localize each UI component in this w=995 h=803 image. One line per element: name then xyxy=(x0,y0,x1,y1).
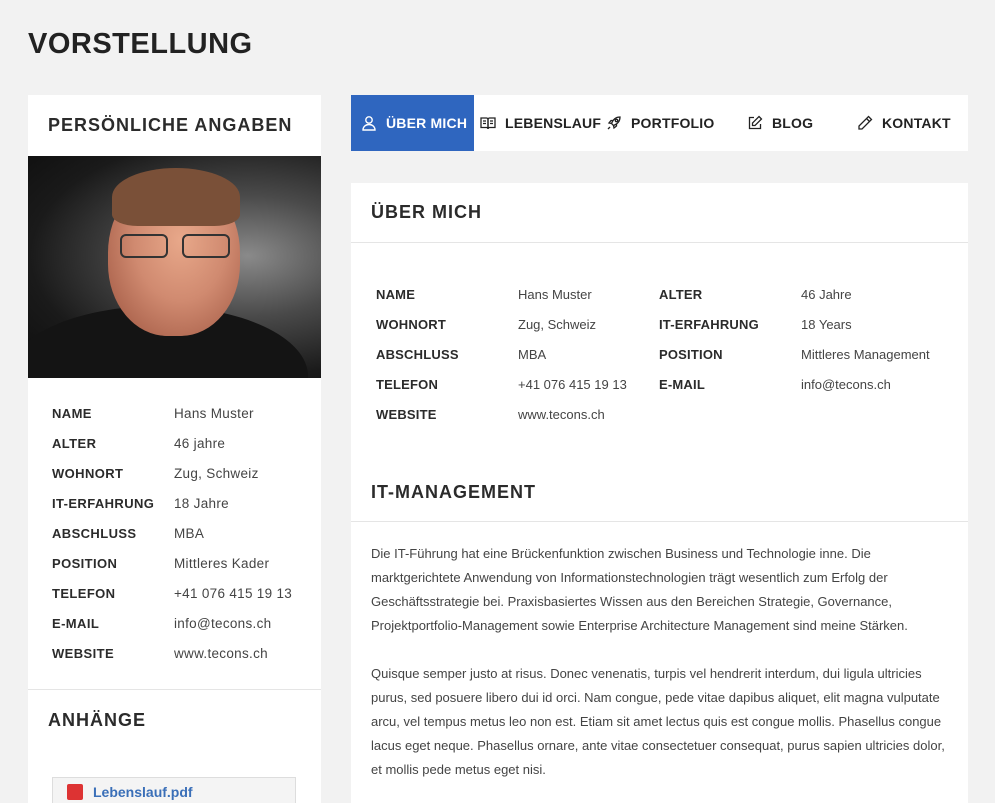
info-label: POSITION xyxy=(52,555,118,571)
info-label: WEBSITE xyxy=(52,645,115,661)
it-management-paragraph: Die IT-Führung hat eine Brückenfunktion … xyxy=(371,546,908,633)
info-label: ALTER xyxy=(52,435,97,451)
info-value: Zug, Schweiz xyxy=(174,465,259,481)
about-label: ALTER xyxy=(659,286,703,302)
nav-item-kontakt[interactable]: KONTAKT xyxy=(857,95,968,151)
nav-item-lebenslauf[interactable]: LEBENSLAUF xyxy=(474,95,604,151)
about-label: POSITION xyxy=(659,346,723,362)
about-row: NAME Hans Muster xyxy=(376,279,659,309)
main-nav: ÜBER MICH LEBENSLAUF PORTFOLIO BLOG KONT… xyxy=(351,95,968,151)
nav-item-blog[interactable]: BLOG xyxy=(747,95,857,151)
info-value: Mittleres Kader xyxy=(174,555,270,571)
about-value: Mittleres Management xyxy=(801,346,930,362)
about-value: Zug, Schweiz xyxy=(518,316,597,332)
pencil-icon xyxy=(858,115,873,130)
profile-photo xyxy=(28,156,321,378)
nav-label: ÜBER MICH xyxy=(386,115,468,131)
nav-label: PORTFOLIO xyxy=(631,115,715,131)
about-row: POSITION Mittleres Management xyxy=(659,339,942,369)
about-value: MBA xyxy=(518,346,547,362)
about-label: ABSCHLUSS xyxy=(376,346,459,362)
attachments-heading: ANHÄNGE xyxy=(48,710,147,730)
info-row-experience: IT-ERFAHRUNG 18 Jahre xyxy=(52,488,321,518)
info-value: Hans Muster xyxy=(174,405,254,421)
about-label: IT-ERFAHRUNG xyxy=(659,316,759,332)
nav-item-ueber-mich[interactable]: ÜBER MICH xyxy=(351,95,474,151)
pdf-icon xyxy=(67,784,83,800)
about-card: ÜBER MICH NAME Hans Muster WOHNORT Zug, … xyxy=(351,183,968,803)
info-value: 46 jahre xyxy=(174,435,226,451)
about-label: NAME xyxy=(376,286,416,302)
info-label: NAME xyxy=(52,405,92,421)
about-column-right: ALTER 46 Jahre IT-ERFAHRUNG 18 Years POS… xyxy=(659,279,942,429)
about-details: NAME Hans Muster WOHNORT Zug, Schweiz AB… xyxy=(351,243,968,429)
info-row-website: WEBSITE www.tecons.ch xyxy=(52,638,321,668)
info-row-degree: ABSCHLUSS MBA xyxy=(52,518,321,548)
personal-info-list: NAME Hans Muster ALTER 46 jahre WOHNORT … xyxy=(28,378,321,668)
about-label: TELEFON xyxy=(376,376,439,392)
about-label: WOHNORT xyxy=(376,316,446,332)
about-row: TELEFON +41 076 415 19 13 xyxy=(376,369,659,399)
about-row: E-MAIL info@tecons.ch xyxy=(659,369,942,399)
nav-item-portfolio[interactable]: PORTFOLIO xyxy=(604,95,747,151)
info-label: WOHNORT xyxy=(52,465,124,481)
book-icon xyxy=(480,117,496,130)
about-column-left: NAME Hans Muster WOHNORT Zug, Schweiz AB… xyxy=(376,279,659,429)
about-row: ABSCHLUSS MBA xyxy=(376,339,659,369)
info-label: E-MAIL xyxy=(52,615,100,631)
edit-icon xyxy=(748,115,763,130)
about-value: 18 Years xyxy=(801,316,852,332)
about-row: ALTER 46 Jahre xyxy=(659,279,942,309)
rocket-icon xyxy=(607,116,621,130)
about-label: WEBSITE xyxy=(376,406,437,422)
page-title: VORSTELLUNG xyxy=(28,28,253,60)
personal-info-panel: PERSÖNLICHE ANGABEN NAME Hans Muster ALT… xyxy=(28,95,321,803)
user-icon xyxy=(362,116,376,131)
about-value: Hans Muster xyxy=(518,286,592,302)
about-heading: ÜBER MICH xyxy=(351,183,968,243)
about-row: WEBSITE www.tecons.ch xyxy=(376,399,659,429)
info-row-phone: TELEFON +41 076 415 19 13 xyxy=(52,578,321,608)
info-value: 18 Jahre xyxy=(174,495,229,511)
about-row: IT-ERFAHRUNG 18 Years xyxy=(659,309,942,339)
nav-label: LEBENSLAUF xyxy=(505,115,602,131)
attachment-name: Lebenslauf.pdf xyxy=(93,784,193,800)
info-label: ABSCHLUSS xyxy=(52,525,137,541)
info-row-email: E-MAIL info@tecons.ch xyxy=(52,608,321,638)
about-value: 46 Jahre xyxy=(801,286,852,302)
info-label: TELEFON xyxy=(52,585,116,601)
website-link[interactable]: www.tecons.ch xyxy=(174,646,268,661)
website-link[interactable]: www.tecons.ch xyxy=(518,407,605,422)
nav-label: KONTAKT xyxy=(882,115,951,131)
nav-label: BLOG xyxy=(772,115,814,131)
info-row-location: WOHNORT Zug, Schweiz xyxy=(52,458,321,488)
it-management-heading: IT-MANAGEMENT xyxy=(351,463,968,522)
info-label: IT-ERFAHRUNG xyxy=(52,495,155,511)
info-row-name: NAME Hans Muster xyxy=(52,398,321,428)
info-value: +41 076 415 19 13 xyxy=(174,585,293,601)
email-link[interactable]: info@tecons.ch xyxy=(801,377,891,392)
about-label: E-MAIL xyxy=(659,376,705,392)
lorem-paragraph: Quisque semper justo at risus. Donec ven… xyxy=(371,666,945,777)
info-row-age: ALTER 46 jahre xyxy=(52,428,321,458)
attachment-item[interactable]: Lebenslauf.pdf xyxy=(52,777,296,803)
email-link[interactable]: info@tecons.ch xyxy=(174,616,271,631)
info-row-position: POSITION Mittleres Kader xyxy=(52,548,321,578)
info-value: MBA xyxy=(174,525,205,541)
personal-info-heading: PERSÖNLICHE ANGABEN xyxy=(48,115,293,135)
about-row: WOHNORT Zug, Schweiz xyxy=(376,309,659,339)
about-value: +41 076 415 19 13 xyxy=(518,376,627,392)
